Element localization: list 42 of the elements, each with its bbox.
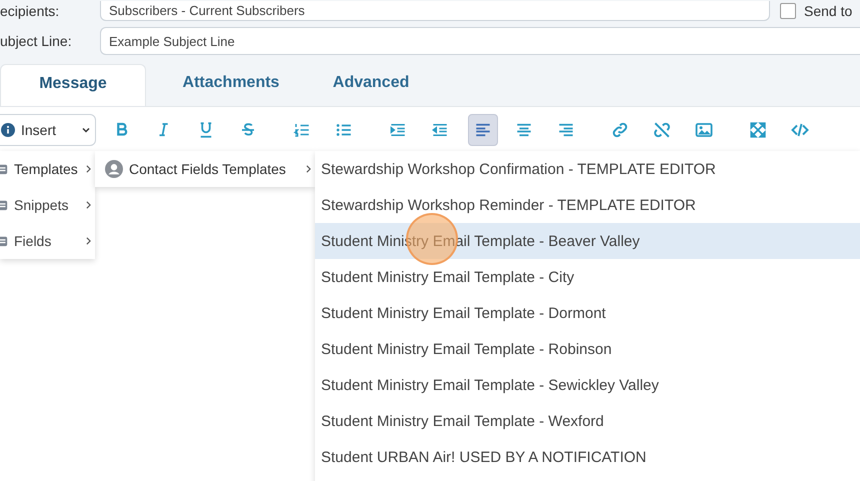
- link-icon: [611, 121, 629, 139]
- person-icon: [105, 160, 123, 178]
- subject-field[interactable]: Example Subject Line: [100, 27, 860, 55]
- align-left-button[interactable]: [468, 114, 498, 146]
- template-item[interactable]: Student URBAN Air! USED BY A NOTIFICATION: [315, 439, 860, 475]
- chevron-icon: [86, 201, 91, 209]
- info-icon: [1, 123, 15, 137]
- tab[interactable]: Advanced: [316, 64, 426, 106]
- bullet-list-icon: [335, 121, 353, 139]
- align-left-icon: [474, 121, 492, 139]
- insert-dropdown[interactable]: Insert: [0, 114, 96, 146]
- chevron-icon: [86, 237, 91, 245]
- checkbox-label: Send to: [804, 3, 852, 19]
- template-item[interactable]: Stewardship Workshop Confirmation - TEMPLATE EDITOR: [315, 151, 860, 187]
- tab[interactable]: Attachments: [176, 64, 286, 106]
- indent-icon: [389, 121, 407, 139]
- chevron-icon: [86, 165, 91, 173]
- fullscreen-icon: [749, 121, 767, 139]
- template-item[interactable]: Stewardship Workshop Reminder - TEMPLATE EDITOR: [315, 187, 860, 223]
- image-icon: [695, 121, 713, 139]
- menu-item[interactable]: Fields: [0, 223, 95, 259]
- field-label: ecipients:: [0, 3, 60, 19]
- template-item[interactable]: Student Ministry Email Template - City: [315, 259, 860, 295]
- align-center-icon: [515, 121, 533, 139]
- chevron-icon: [306, 165, 311, 173]
- recipients-field[interactable]: Subscribers - Current Subscribers: [100, 1, 770, 21]
- template-item[interactable]: Student Ministry Email Template - Dormont: [315, 295, 860, 331]
- numbered-list-icon: [293, 121, 311, 139]
- align-right-icon: [557, 121, 575, 139]
- outdent-icon: [431, 121, 449, 139]
- template-item[interactable]: Student Ministry Email Template - Wexford: [315, 403, 860, 439]
- checkbox[interactable]: [780, 3, 796, 19]
- menu-item[interactable]: Snippets: [0, 187, 95, 223]
- template-item[interactable]: Student Ministry Email Template - Robinson: [315, 331, 860, 367]
- tab[interactable]: Message: [0, 64, 146, 106]
- menu-item[interactable]: Contact Fields Templates: [95, 151, 315, 187]
- unlink-icon: [653, 121, 671, 139]
- code-icon: [791, 121, 809, 139]
- menu-item[interactable]: Templates: [0, 151, 95, 187]
- caret-icon: [81, 125, 91, 135]
- field-label: ubject Line:: [0, 33, 73, 49]
- template-item[interactable]: Student Ministry Email Template - Sewickley Valley: [315, 367, 860, 403]
